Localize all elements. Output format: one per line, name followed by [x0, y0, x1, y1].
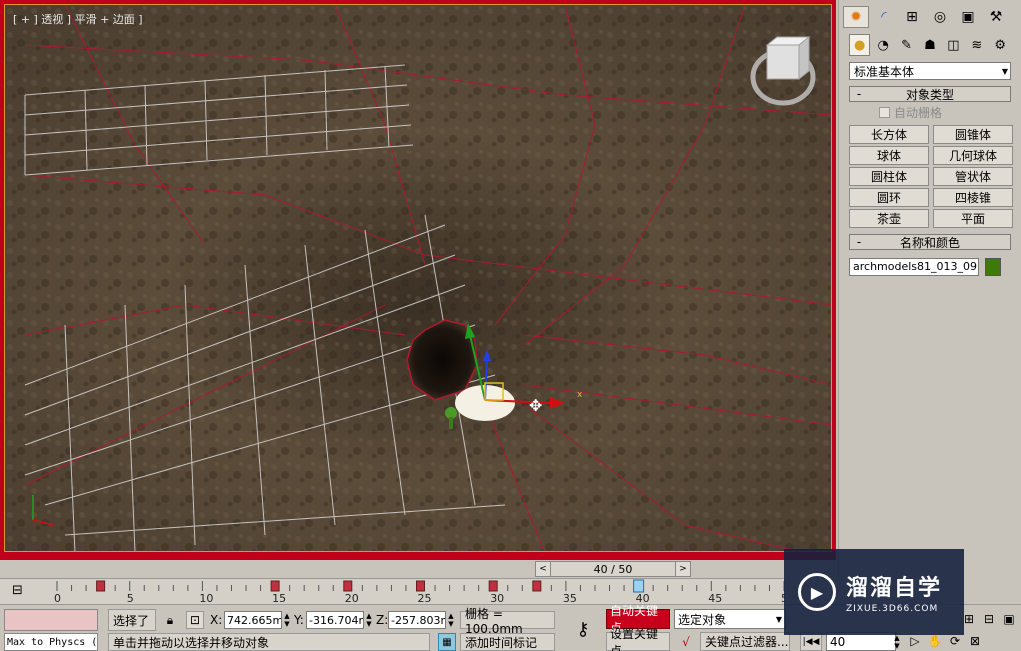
command-panel: ✹ ◜ ⊞ ◎ ▣ ⚒ ● ◔ ✎ ☗ ◫ ≋ ⚙ 标准基本体 ▼ - 对象类型…	[838, 0, 1021, 580]
object-type-rollout-header[interactable]: - 对象类型	[849, 86, 1011, 102]
watermark: ▶ 溜溜自学 ZIXUE.3D66.COM	[784, 549, 964, 635]
box-button[interactable]: 长方体	[849, 125, 929, 144]
watermark-text: 溜溜自学 ZIXUE.3D66.COM	[846, 570, 942, 614]
teapot-button[interactable]: 茶壶	[849, 209, 929, 228]
cone-button[interactable]: 圆锥体	[933, 125, 1013, 144]
z-label: Z:	[376, 613, 389, 627]
maxscript-mini-listener[interactable]: Max to Physcs (	[4, 633, 98, 651]
geosphere-button[interactable]: 几何球体	[933, 146, 1013, 165]
cameras-icon[interactable]: ☗	[919, 34, 940, 56]
utilities-tab-icon[interactable]: ⚒	[983, 6, 1009, 28]
time-slider-nav: < 40 / 50 >	[535, 561, 691, 577]
key-selection-value: 选定对象	[678, 612, 727, 627]
category-dropdown[interactable]: 标准基本体 ▼	[849, 62, 1011, 80]
collapse-icon: -	[856, 235, 862, 249]
name-color-rollout-header[interactable]: - 名称和颜色	[849, 234, 1011, 250]
modify-tab-icon[interactable]: ◜	[871, 6, 897, 28]
y-label: Y:	[294, 613, 304, 627]
viewport-nav-top-icons: ⊞ ⊟ ▣	[960, 609, 1020, 629]
display-tab-icon[interactable]: ▣	[955, 6, 981, 28]
watermark-title: 溜溜自学	[846, 576, 943, 601]
track-bar[interactable]: ⊟ 05101520253035404550	[0, 578, 785, 605]
key-tangent-icon[interactable]: √	[676, 632, 696, 651]
maximize-toggle-icon[interactable]: ⊠	[966, 632, 984, 650]
key-marker[interactable]	[96, 580, 106, 592]
autogrid-checkbox[interactable]	[879, 107, 890, 118]
chevron-down-icon: ▼	[775, 614, 782, 624]
3dsmax-window: x ✥ [ + ] 透视 ] 平滑 + 边面 ] ✹ ◜ ⊞ ◎ ▣ ⚒ ● ◔…	[0, 0, 1021, 651]
viewport-scene: x ✥	[5, 5, 831, 551]
lights-icon[interactable]: ✎	[896, 34, 917, 56]
x-spinner-icon[interactable]: ▲ ▼	[283, 611, 291, 629]
hierarchy-tab-icon[interactable]: ⊞	[899, 6, 925, 28]
time-prev-button[interactable]: <	[535, 561, 551, 577]
chevron-down-icon: ▼	[1001, 66, 1008, 76]
sphere-button[interactable]: 球体	[849, 146, 929, 165]
z-spinner-icon[interactable]: ▲ ▼	[447, 611, 455, 629]
object-color-swatch[interactable]	[985, 258, 1001, 276]
torus-button[interactable]: 圆环	[849, 188, 929, 207]
key-marker[interactable]	[270, 580, 280, 592]
geometry-icon[interactable]: ●	[849, 34, 871, 56]
x-coordinate-field[interactable]: 742.665mr	[224, 611, 282, 629]
absolute-mode-icon[interactable]: ⊡	[186, 611, 204, 629]
y-spinner-icon[interactable]: ▲ ▼	[365, 611, 373, 629]
svg-text:x: x	[577, 390, 583, 400]
time-next-button[interactable]: >	[675, 561, 691, 577]
helpers-icon[interactable]: ◫	[943, 34, 964, 56]
cylinder-button[interactable]: 圆柱体	[849, 167, 929, 186]
motion-tab-icon[interactable]: ◎	[927, 6, 953, 28]
frame-counter[interactable]: 40 / 50	[551, 561, 675, 577]
play-logo-icon: ▶	[798, 573, 836, 611]
collapse-icon: -	[856, 87, 862, 101]
maxscript-listener-box[interactable]	[4, 609, 98, 631]
viewport-frame: x ✥ [ + ] 透视 ] 平滑 + 边面 ]	[0, 0, 836, 560]
key-marker[interactable]	[488, 580, 498, 592]
autogrid-option[interactable]: 自动栅格	[879, 104, 1021, 121]
command-panel-tabs: ✹ ◜ ⊞ ◎ ▣ ⚒	[839, 0, 1021, 32]
key-marker[interactable]	[416, 580, 425, 592]
pyramid-button[interactable]: 四棱锥	[933, 188, 1013, 207]
spacewarps-icon[interactable]: ≋	[966, 34, 987, 56]
set-key-icon[interactable]: ⚷	[568, 617, 598, 641]
systems-icon[interactable]: ⚙	[990, 34, 1011, 56]
plane-button[interactable]: 平面	[933, 209, 1013, 228]
key-marker[interactable]	[343, 580, 353, 592]
lock-icon[interactable]: 🔒︎	[162, 611, 178, 629]
selection-status: 选择了	[108, 609, 156, 631]
add-time-tag-button[interactable]: 添加时间标记	[460, 633, 555, 651]
zoom-extents-all-icon[interactable]: ⊟	[980, 610, 998, 628]
shapes-icon[interactable]: ◔	[872, 34, 893, 56]
perspective-viewport[interactable]: x ✥ [ + ] 透视 ] 平滑 + 边面 ]	[4, 4, 832, 552]
name-color-title: 名称和颜色	[899, 235, 960, 250]
key-filters-button[interactable]: 关键点过滤器...	[700, 632, 790, 651]
viewport-label[interactable]: [ + ] 透视 ] 平滑 + 边面 ]	[13, 11, 143, 27]
create-tab-icon[interactable]: ✹	[843, 6, 869, 28]
time-slider[interactable]: < 40 / 50 >	[0, 560, 836, 578]
prompt-line: 单击并拖动以选择并移动对象	[108, 633, 430, 651]
maximize-viewport-icon[interactable]: ▣	[1000, 610, 1018, 628]
object-type-title: 对象类型	[905, 87, 954, 102]
watermark-subtitle: ZIXUE.3D66.COM	[846, 604, 939, 614]
create-subcategory-row: ● ◔ ✎ ☗ ◫ ≋ ⚙	[839, 32, 1021, 58]
name-color-row: archmodels81_013_09	[849, 258, 1011, 276]
x-label: X:	[210, 613, 223, 627]
z-coordinate-field[interactable]: -257.803m	[388, 611, 446, 629]
grid-spacing: 栅格 = 100.0mm	[460, 607, 555, 636]
set-key-button[interactable]: 设置关键点	[606, 627, 670, 651]
time-tag-icon[interactable]: ▦	[438, 633, 456, 651]
svg-text:✥: ✥	[529, 396, 542, 415]
tube-button[interactable]: 管状体	[933, 167, 1013, 186]
key-selection-dropdown[interactable]: 选定对象 ▼	[674, 609, 786, 629]
object-name-field[interactable]: archmodels81_013_09	[849, 258, 979, 276]
object-type-buttons: 长方体 圆锥体 球体 几何球体 圆柱体 管状体 圆环 四棱锥 茶壶 平面	[849, 125, 1013, 228]
current-frame-marker[interactable]	[633, 579, 645, 593]
key-marker[interactable]	[532, 580, 542, 592]
y-coordinate-field[interactable]: -316.704m	[306, 611, 364, 629]
category-dropdown-value: 标准基本体	[854, 64, 915, 79]
autogrid-label: 自动栅格	[894, 106, 943, 120]
